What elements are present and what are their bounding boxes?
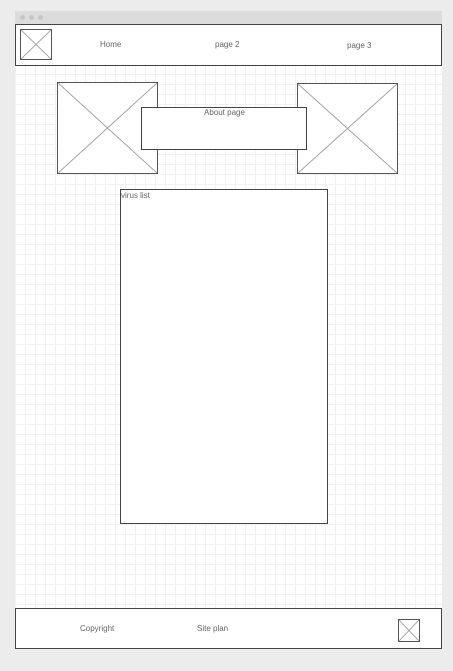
- window-dot-icon: [20, 15, 25, 20]
- header-bar: Home page 2 page 3: [15, 24, 442, 66]
- image-placeholder-icon: [399, 620, 419, 641]
- image-placeholder-icon: [298, 84, 397, 173]
- virus-list-panel[interactable]: virus list: [120, 189, 328, 524]
- right-image: [297, 83, 398, 174]
- virus-list-label: virus list: [121, 191, 150, 200]
- footer-image: [398, 619, 420, 642]
- about-page-label: About page: [204, 108, 245, 117]
- wireframe-page: Home page 2 page 3 About page virus list…: [0, 0, 453, 671]
- nav-link-page2[interactable]: page 2: [215, 40, 239, 49]
- logo-image[interactable]: [20, 29, 52, 60]
- nav-link-page3[interactable]: page 3: [347, 41, 371, 50]
- nav-link-home[interactable]: Home: [100, 40, 121, 49]
- footer-bar: Copyright Site plan: [15, 608, 442, 649]
- footer-copyright[interactable]: Copyright: [80, 624, 114, 633]
- about-page-box[interactable]: About page: [141, 107, 307, 150]
- image-placeholder-icon: [21, 30, 51, 59]
- window-dot-icon: [29, 15, 34, 20]
- footer-site-plan[interactable]: Site plan: [197, 624, 228, 633]
- browser-title-bar: [15, 11, 442, 24]
- window-dot-icon: [38, 15, 43, 20]
